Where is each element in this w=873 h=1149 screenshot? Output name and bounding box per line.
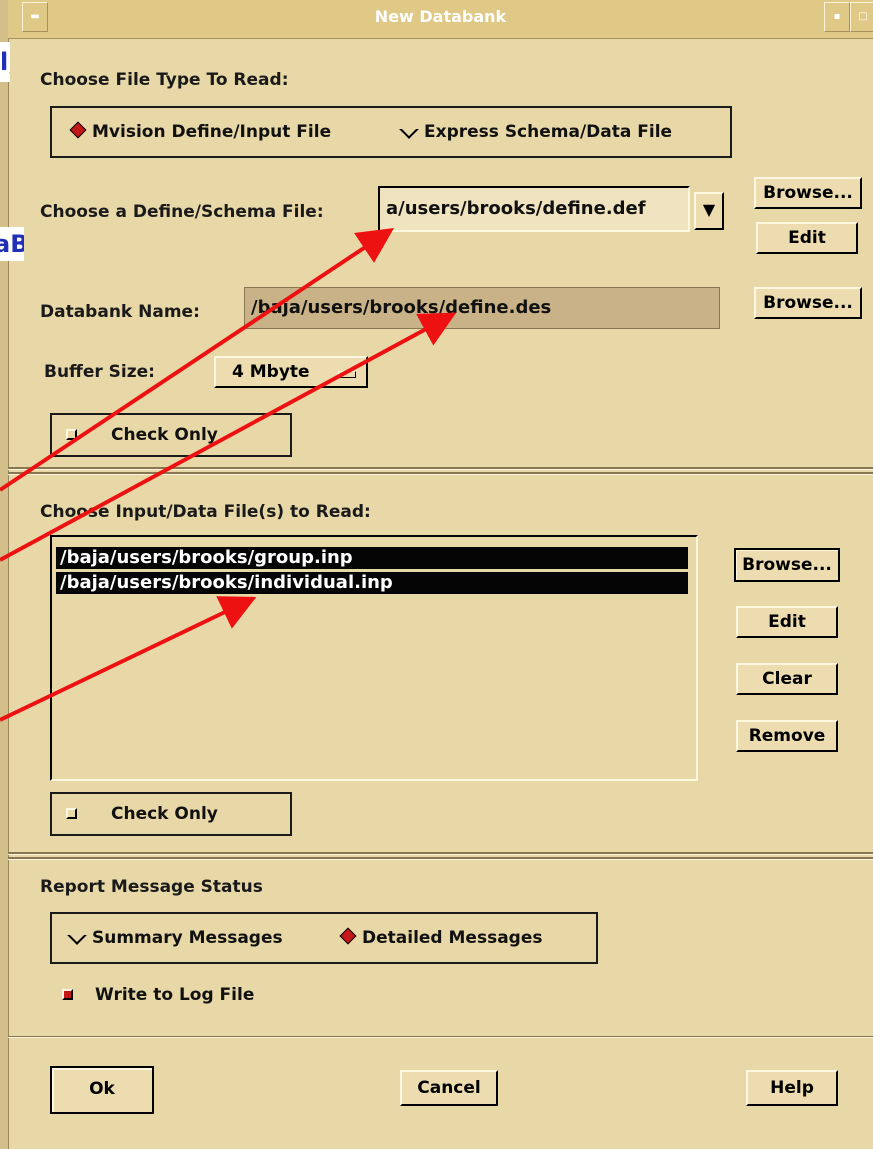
radio-unselected-icon (399, 119, 419, 139)
title-bar[interactable]: ▬ New Databank ▪ □ (8, 0, 873, 39)
radio-mvision-label: Mvision Define/Input File (92, 122, 332, 142)
section-divider (8, 852, 873, 855)
databank-name-input[interactable]: /baja/users/brooks/define.des (244, 287, 720, 329)
file-type-radio-group: Mvision Define/Input File Express Schema… (50, 106, 732, 158)
define-file-dropdown-button[interactable]: ▼ (694, 192, 724, 230)
radio-express-schema[interactable]: Express Schema/Data File (399, 119, 673, 142)
input-browse-button[interactable]: Browse... (734, 548, 840, 582)
checkbox-icon (66, 808, 77, 819)
radio-selected-icon (339, 927, 357, 945)
input-files-list[interactable]: /baja/users/brooks/group.inp /baja/users… (50, 535, 698, 781)
write-log-label: Write to Log File (95, 985, 255, 1005)
minimize-button[interactable]: ▪ (824, 2, 850, 32)
write-log-toggle[interactable]: Write to Log File (62, 985, 254, 1005)
list-item[interactable]: /baja/users/brooks/individual.inp (56, 572, 688, 594)
databank-name-label: Databank Name: (40, 302, 200, 322)
report-status-label: Report Message Status (40, 877, 263, 897)
radio-mvision-define[interactable]: Mvision Define/Input File (69, 121, 332, 142)
input-edit-button[interactable]: Edit (736, 606, 838, 638)
input-clear-button[interactable]: Clear (736, 663, 838, 695)
define-file-input[interactable]: a/users/brooks/define.def (378, 186, 690, 232)
radio-express-label: Express Schema/Data File (424, 122, 673, 142)
ok-button[interactable]: Ok (50, 1066, 154, 1114)
section-divider (8, 857, 873, 860)
input-files-label: Choose Input/Data File(s) to Read: (40, 502, 371, 522)
radio-detailed-label: Detailed Messages (362, 928, 543, 948)
check-only-bottom-frame: Check Only (50, 792, 292, 836)
section-divider (8, 472, 873, 475)
define-edit-button[interactable]: Edit (756, 222, 858, 254)
new-databank-dialog: ▬ New Databank ▪ □ Choose File Type To R… (0, 0, 873, 1149)
window-left-edge (0, 0, 9, 1149)
help-button[interactable]: Help (746, 1070, 838, 1106)
radio-summary-messages[interactable]: Summary Messages (67, 925, 283, 948)
define-browse-button[interactable]: Browse... (754, 177, 862, 209)
buffer-size-label: Buffer Size: (44, 362, 155, 382)
file-type-label: Choose File Type To Read: (40, 70, 289, 90)
check-only-top-frame: Check Only (50, 413, 292, 457)
check-only-top-toggle[interactable]: Check Only (66, 425, 218, 445)
checkbox-icon (66, 429, 77, 440)
section-divider (8, 1036, 873, 1038)
buffer-size-option-menu[interactable]: 4 Mbyte (214, 356, 368, 388)
define-file-label: Choose a Define/Schema File: (40, 202, 324, 222)
check-only-top-label: Check Only (111, 425, 218, 445)
radio-summary-label: Summary Messages (92, 928, 283, 948)
radio-detailed-messages[interactable]: Detailed Messages (339, 927, 543, 948)
chevron-down-icon: ▼ (702, 200, 716, 219)
check-only-bottom-label: Check Only (111, 804, 218, 824)
cancel-button[interactable]: Cancel (400, 1070, 498, 1106)
annotation-fragment-mid: aB (0, 227, 24, 261)
databank-browse-button[interactable]: Browse... (754, 287, 862, 319)
input-remove-button[interactable]: Remove (736, 720, 838, 752)
buffer-size-value: 4 Mbyte (232, 362, 310, 382)
radio-selected-icon (69, 121, 87, 139)
option-menu-indicator-icon (338, 371, 356, 378)
report-radio-group: Summary Messages Detailed Messages (50, 912, 598, 964)
section-divider (8, 467, 873, 470)
radio-unselected-icon (67, 925, 87, 945)
annotation-fragment-top: l, (0, 42, 10, 82)
checkbox-checked-icon (62, 989, 73, 1000)
window-title: New Databank (374, 7, 507, 26)
maximize-button[interactable]: □ (850, 2, 873, 32)
check-only-bottom-toggle[interactable]: Check Only (66, 804, 218, 824)
list-item[interactable]: /baja/users/brooks/group.inp (56, 547, 688, 569)
